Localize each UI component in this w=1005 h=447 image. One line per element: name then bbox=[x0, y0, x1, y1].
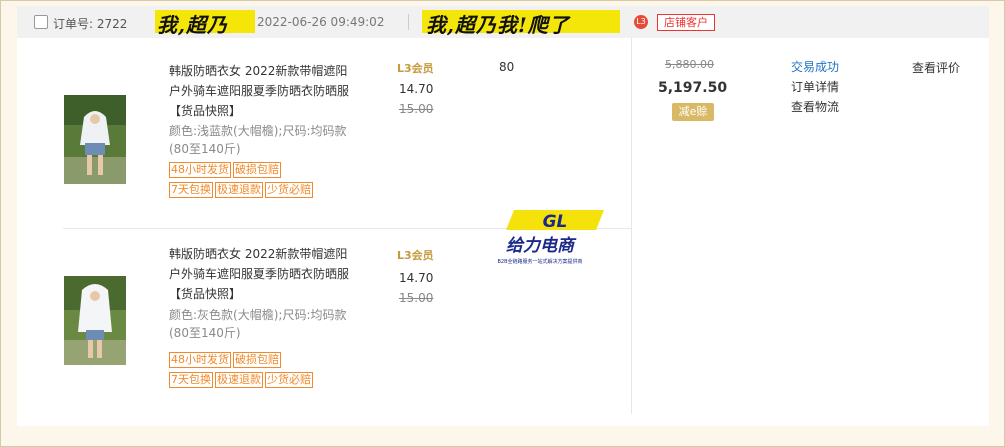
watermark-brand: 给力电商 bbox=[506, 236, 577, 256]
order-checkbox[interactable] bbox=[34, 15, 48, 29]
header-separator bbox=[408, 14, 409, 30]
column-separator bbox=[631, 38, 632, 414]
original-price-2: 15.00 bbox=[399, 291, 434, 305]
tag-fast-refund[interactable]: 极速退款 bbox=[215, 182, 263, 198]
tag-fast-refund[interactable]: 极速退款 bbox=[215, 372, 263, 388]
watermark-logo-text: GL bbox=[543, 212, 568, 232]
service-tags-1: 48小时发货 破损包赔 7天包换 极速退款 少货必赔 bbox=[169, 162, 369, 202]
unit-price-1: 14.70 bbox=[399, 82, 434, 96]
order-total: 5,197.50 bbox=[658, 80, 728, 96]
watermark-tagline: B2B全链路服务一站式解决方案提供商 bbox=[497, 258, 582, 265]
watermark-logo: GL 给力电商 B2B全链路服务一站式解决方案提供商 bbox=[492, 206, 622, 276]
product-sku-1: 颜色:浅蓝款(大帽檐);尺码:均码款(80至140斤) bbox=[169, 124, 347, 156]
tag-missing-compensation[interactable]: 少货必赔 bbox=[265, 182, 313, 198]
service-tags-2: 48小时发货 破损包赔 7天包换 极速退款 少货必赔 bbox=[169, 352, 369, 392]
tag-48h-shipping[interactable]: 48小时发货 bbox=[169, 162, 231, 178]
order-number: 订单号: 2722 bbox=[53, 17, 128, 31]
quantity-1: 80 bbox=[499, 60, 515, 74]
product-title-2[interactable]: 韩版防晒衣女 2022新款带帽遮阳户外骑车遮阳服夏季防晒衣防晒服【货品快照】 bbox=[169, 244, 359, 304]
discount-badge[interactable]: 减e赊 bbox=[672, 103, 714, 121]
order-header: 订单号: 2722 我,超乃 2022-06-26 09:49:02 我,超乃我… bbox=[17, 6, 989, 38]
tag-missing-compensation[interactable]: 少货必赔 bbox=[265, 372, 313, 388]
redaction-scribble-left: 我,超乃 bbox=[155, 10, 255, 37]
product-title-1[interactable]: 韩版防晒衣女 2022新款带帽遮阳户外骑车遮阳服夏季防晒衣防晒服【货品快照】 bbox=[169, 61, 359, 121]
member-badge-1: L3会员 bbox=[397, 62, 434, 75]
tag-damage-compensation[interactable]: 破损包赔 bbox=[233, 352, 281, 368]
order-detail-link[interactable]: 订单详情 bbox=[791, 78, 839, 95]
scribble-text-right: 我,超乃我!爬了 bbox=[426, 13, 570, 37]
order-card: 订单号: 2722 我,超乃 2022-06-26 09:49:02 我,超乃我… bbox=[17, 6, 989, 426]
product-thumbnail-2[interactable] bbox=[64, 276, 126, 365]
tag-damage-compensation[interactable]: 破损包赔 bbox=[233, 162, 281, 178]
trade-status-link[interactable]: 交易成功 bbox=[791, 58, 839, 75]
scribble-text-left: 我,超乃 bbox=[157, 13, 228, 37]
shop-customer-tag: 店铺客户 bbox=[657, 14, 715, 31]
review-link[interactable]: 查看评价 bbox=[912, 59, 960, 76]
tag-7day-exchange[interactable]: 7天包换 bbox=[169, 372, 213, 388]
logistics-link[interactable]: 查看物流 bbox=[791, 98, 839, 115]
product-thumbnail-1[interactable] bbox=[64, 95, 126, 184]
page-frame: 订单号: 2722 我,超乃 2022-06-26 09:49:02 我,超乃我… bbox=[0, 0, 1005, 447]
order-time: 2022-06-26 09:49:02 bbox=[257, 15, 385, 29]
original-price-1: 15.00 bbox=[399, 102, 434, 116]
unit-price-2: 14.70 bbox=[399, 271, 434, 285]
shop-level-icon: L3 bbox=[634, 15, 648, 29]
original-total: 5,880.00 bbox=[665, 58, 714, 71]
tag-48h-shipping[interactable]: 48小时发货 bbox=[169, 352, 231, 368]
member-badge-2: L3会员 bbox=[397, 249, 434, 262]
order-item-1: 韩版防晒衣女 2022新款带帽遮阳户外骑车遮阳服夏季防晒衣防晒服【货品快照】 颜… bbox=[17, 38, 631, 228]
redaction-scribble-right: 我,超乃我!爬了 bbox=[422, 10, 620, 37]
tag-7day-exchange[interactable]: 7天包换 bbox=[169, 182, 213, 198]
product-sku-2: 颜色:灰色款(大帽檐);尺码:均码款(80至140斤) bbox=[169, 308, 347, 340]
